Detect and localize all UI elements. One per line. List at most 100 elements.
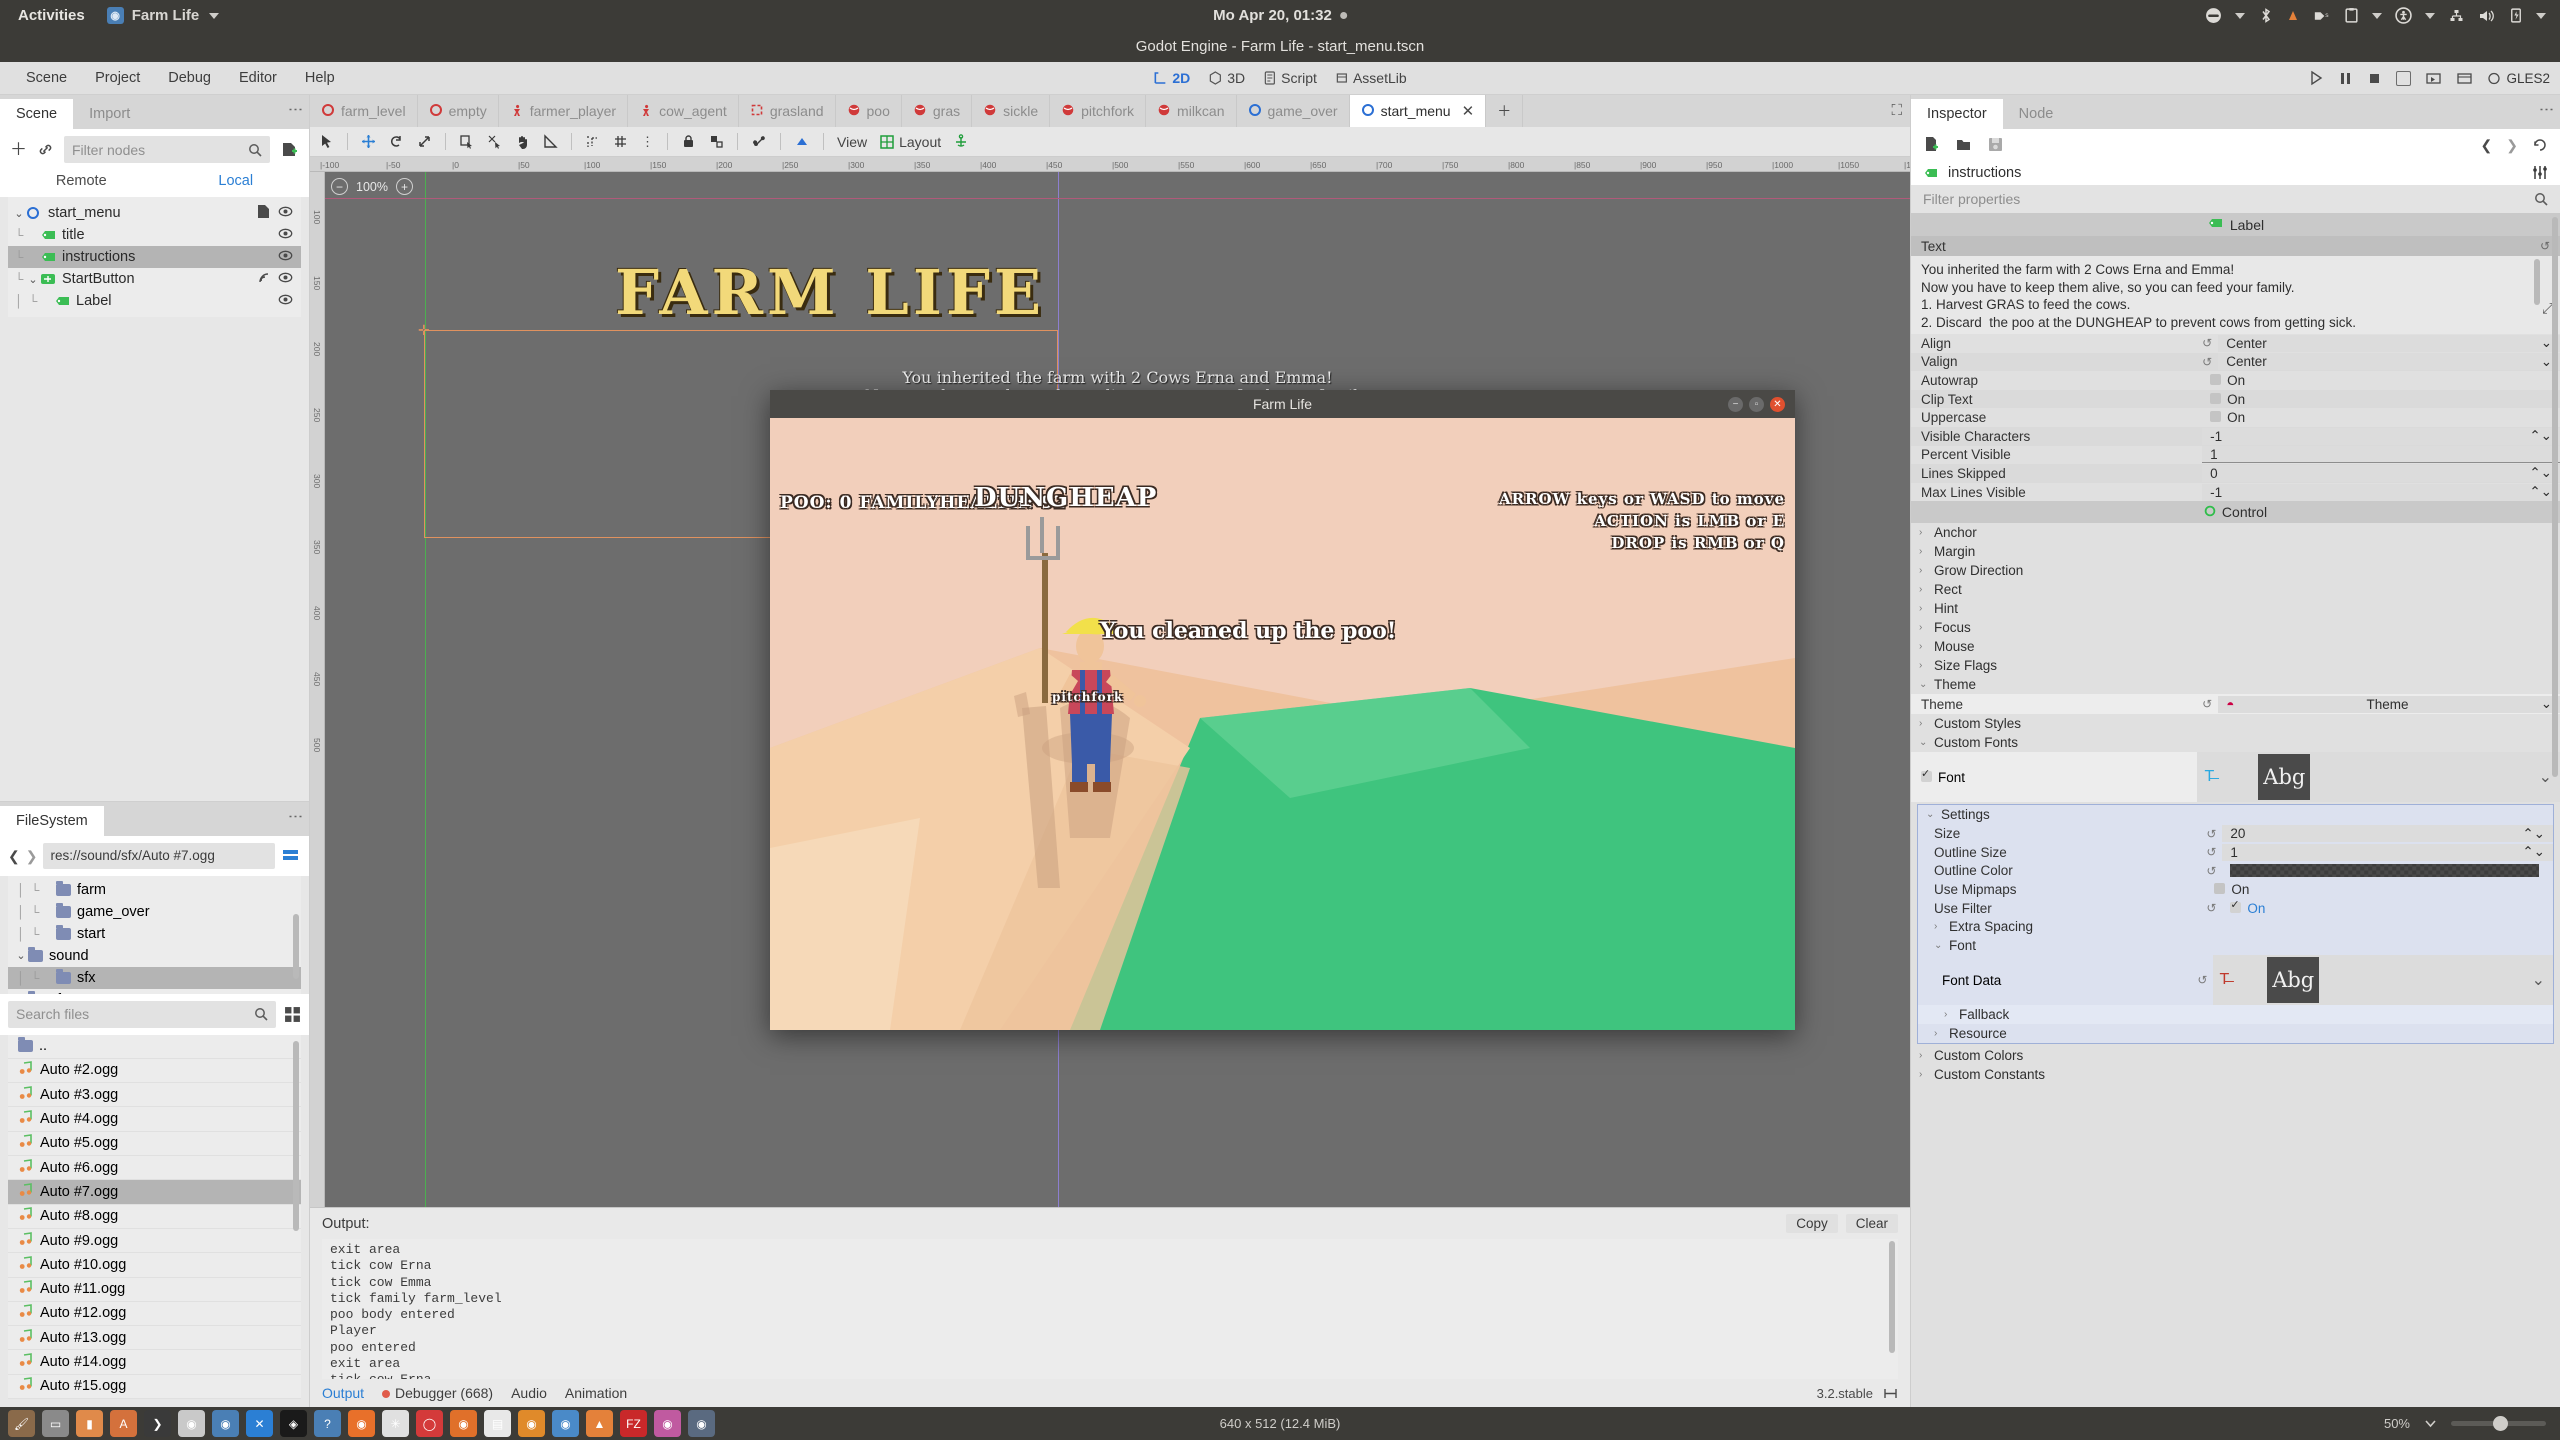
section-focus[interactable]: › Focus	[1911, 618, 2560, 637]
checkbox-icon[interactable]	[1921, 767, 1932, 782]
property-row-outline-color[interactable]: Outline Color ↺	[1918, 862, 2553, 881]
tab-import[interactable]: Import	[73, 99, 146, 129]
property-value[interactable]	[2222, 862, 2553, 879]
property-row-size[interactable]: Size ↺ 20 ⌃⌄	[1918, 824, 2553, 843]
link-icon[interactable]	[37, 141, 54, 158]
clear-button[interactable]: Clear	[1845, 1214, 1898, 1233]
spinner-icon[interactable]: ⌃⌄	[2522, 844, 2545, 860]
filter-properties-input[interactable]: Filter properties	[1911, 185, 2560, 213]
scene-tree-item-title[interactable]: └ title	[8, 224, 301, 246]
section-grow-direction[interactable]: › Grow Direction	[1911, 561, 2560, 580]
file-item[interactable]: Auto #10.ogg	[8, 1253, 301, 1278]
file-item[interactable]: Auto #9.ogg	[8, 1229, 301, 1254]
output-scrollbar[interactable]	[1889, 1241, 1895, 1353]
color-swatch[interactable]	[2230, 864, 2539, 878]
script-icon[interactable]	[256, 204, 271, 222]
search-files-input[interactable]: Search files	[8, 1000, 276, 1028]
close-icon[interactable]: ✕	[1770, 396, 1785, 412]
scene-tab-game_over[interactable]: game_over	[1237, 95, 1350, 127]
lock-icon[interactable]	[681, 134, 696, 149]
snap-mode-icon[interactable]	[585, 134, 600, 149]
revert-icon[interactable]: ↺	[2202, 697, 2212, 711]
file-item[interactable]: Auto #8.ogg	[8, 1205, 301, 1229]
help-icon[interactable]: ?	[314, 1410, 341, 1437]
property-row-outline-size[interactable]: Outline Size ↺ 1 ⌃⌄	[1918, 843, 2553, 862]
file-item[interactable]: Auto #7.ogg	[8, 1180, 301, 1205]
new-resource-icon[interactable]	[1923, 136, 1940, 153]
file-item[interactable]: ..	[8, 1035, 301, 1059]
scene-tab-milkcan[interactable]: milkcan	[1146, 95, 1237, 127]
visibility-toggle[interactable]	[278, 271, 293, 288]
output-log[interactable]: exit area tick cow Erna tick cow Emma tick …	[322, 1239, 1898, 1379]
property-row-max-lines-visible[interactable]: Max Lines Visible -1 ⌃⌄	[1911, 483, 2560, 502]
file-item[interactable]: Auto #11.ogg	[8, 1278, 301, 1302]
snap-to-point-icon[interactable]	[487, 134, 502, 149]
tab-filesystem[interactable]: FileSystem	[0, 805, 104, 836]
tab-script[interactable]: Script	[1263, 70, 1317, 86]
scene-tab-start_menu[interactable]: start_menu ✕	[1349, 95, 1487, 127]
history-next-button[interactable]: ❯	[2506, 138, 2518, 152]
pause-icon[interactable]	[2338, 71, 2353, 86]
file-item[interactable]: Auto #12.ogg	[8, 1302, 301, 1327]
remote-button[interactable]: Remote	[56, 173, 107, 189]
scene-tab-poo[interactable]: poo	[836, 95, 902, 127]
history-icon[interactable]	[2532, 137, 2548, 153]
renderer-selector[interactable]: GLES2	[2487, 71, 2550, 86]
property-value[interactable]: -1 ⌃⌄	[2202, 483, 2560, 501]
zoom-out-button[interactable]: −	[331, 178, 348, 195]
scene-tree-item-instructions[interactable]: └ instructions	[8, 246, 301, 268]
property-value[interactable]: 20 ⌃⌄	[2222, 825, 2553, 843]
property-value[interactable]: 1 ⌃⌄	[2222, 843, 2553, 861]
file-item[interactable]: Auto #13.ogg	[8, 1326, 301, 1351]
bottom-tab-animation[interactable]: Animation	[565, 1385, 627, 1401]
visibility-toggle[interactable]	[278, 205, 293, 222]
spinner-icon[interactable]: ⌃⌄	[2529, 465, 2552, 481]
add-node-button[interactable]: ＋	[10, 141, 27, 158]
view-menu-button[interactable]: View	[837, 134, 867, 150]
revert-icon[interactable]: ↺	[2540, 239, 2550, 253]
scene-tab-grasland[interactable]: grasland	[739, 95, 836, 127]
menu-debug[interactable]: Debug	[156, 66, 223, 90]
stop-icon[interactable]	[2367, 71, 2382, 86]
scene-tree-item-start_menu[interactable]: ⌄ start_menu	[8, 202, 301, 224]
close-icon[interactable]: ✕	[1462, 102, 1475, 120]
scene-tab-farm_level[interactable]: farm_level	[310, 95, 418, 127]
unity-icon[interactable]: ◈	[280, 1410, 307, 1437]
play-scene-icon[interactable]	[2396, 70, 2412, 86]
directory-item-farm[interactable]: │ └ farm	[8, 879, 301, 901]
section-rect[interactable]: › Rect	[1911, 580, 2560, 599]
back-button[interactable]: ❮	[8, 849, 20, 863]
property-value[interactable]: Center ⌄	[2218, 334, 2560, 352]
scene-tree-item-startbutton[interactable]: └ ⌄ StartButton	[8, 268, 301, 290]
zoom-slider[interactable]	[2451, 1416, 2546, 1431]
copy-button[interactable]: Copy	[1786, 1214, 1838, 1233]
property-value[interactable]: Center ⌄	[2218, 353, 2560, 371]
property-value[interactable]: On	[2206, 881, 2553, 898]
messaging-icon[interactable]	[2205, 7, 2222, 24]
inspector-properties[interactable]: Label Text ↺ You inherited the farm with 2 …	[1911, 213, 2560, 1407]
new-scene-button[interactable]: ＋	[1486, 95, 1524, 127]
section-size-flags[interactable]: › Size Flags	[1911, 656, 2560, 675]
checkbox-icon[interactable]	[2210, 373, 2222, 385]
chevron-down-icon[interactable]	[2536, 12, 2546, 19]
chevron-down-icon[interactable]	[2424, 1417, 2437, 1430]
property-row-clip-text[interactable]: Clip Text On	[1911, 389, 2560, 409]
section-hint[interactable]: › Hint	[1911, 599, 2560, 618]
android-studio-icon[interactable]: A	[110, 1410, 137, 1437]
file-item[interactable]: Auto #3.ogg	[8, 1083, 301, 1108]
tree-expander[interactable]: ⌄	[26, 273, 40, 286]
split-mode-icon[interactable]	[281, 847, 301, 864]
play-custom-scene-icon[interactable]	[2425, 71, 2442, 86]
text-scrollbar[interactable]	[2534, 259, 2540, 305]
panel-menu-icon[interactable]: ⋮	[287, 102, 304, 117]
distraction-free-icon[interactable]: ⛶	[1891, 102, 1902, 119]
file-item[interactable]: Auto #14.ogg	[8, 1350, 301, 1375]
chevron-down-icon[interactable]	[2235, 12, 2245, 19]
audio-icon[interactable]: ◉	[178, 1410, 205, 1437]
property-row-visible-characters[interactable]: Visible Characters -1 ⌃⌄	[1911, 426, 2560, 446]
directory-item-game_over[interactable]: │ └ game_over	[8, 901, 301, 923]
current-path[interactable]: res://sound/sfx/Auto #7.ogg	[43, 842, 275, 869]
list-select-icon[interactable]	[459, 134, 474, 149]
movie-writer-icon[interactable]	[2456, 71, 2473, 86]
tab-inspector[interactable]: Inspector	[1911, 99, 2003, 129]
